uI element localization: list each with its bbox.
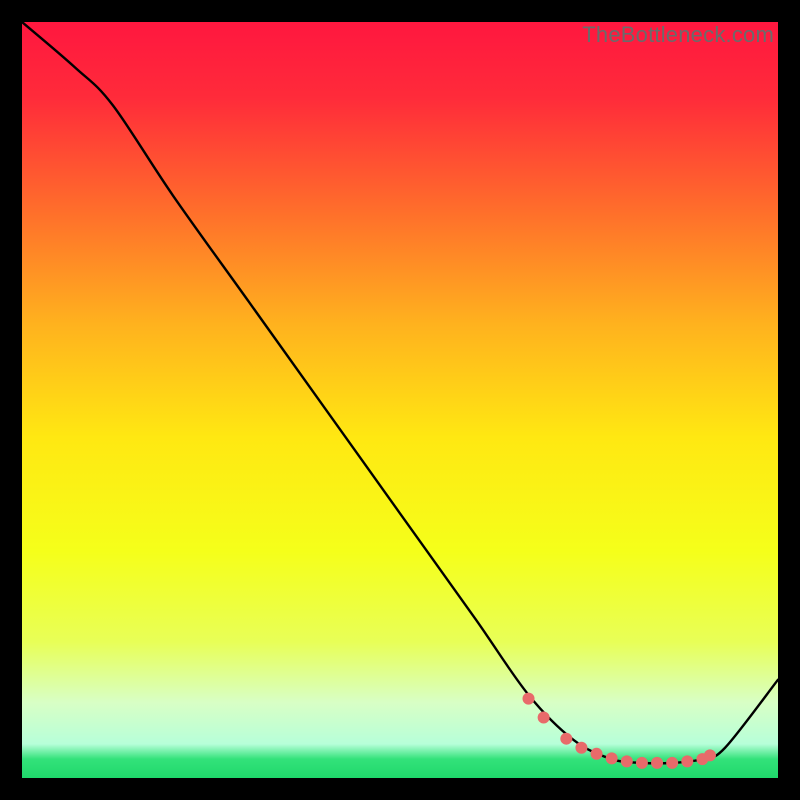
marker-dot <box>560 733 572 745</box>
marker-dot <box>538 712 550 724</box>
marker-dot <box>636 757 648 769</box>
marker-dot <box>523 693 535 705</box>
gradient-background <box>22 22 778 778</box>
watermark-text: TheBottleneck.com <box>582 22 774 48</box>
marker-dot <box>666 757 678 769</box>
marker-dot <box>591 748 603 760</box>
marker-dot <box>621 755 633 767</box>
bottleneck-chart <box>22 22 778 778</box>
marker-dot <box>704 749 716 761</box>
marker-dot <box>651 757 663 769</box>
marker-dot <box>606 752 618 764</box>
marker-dot <box>575 742 587 754</box>
chart-frame: TheBottleneck.com <box>22 22 778 778</box>
marker-dot <box>681 755 693 767</box>
